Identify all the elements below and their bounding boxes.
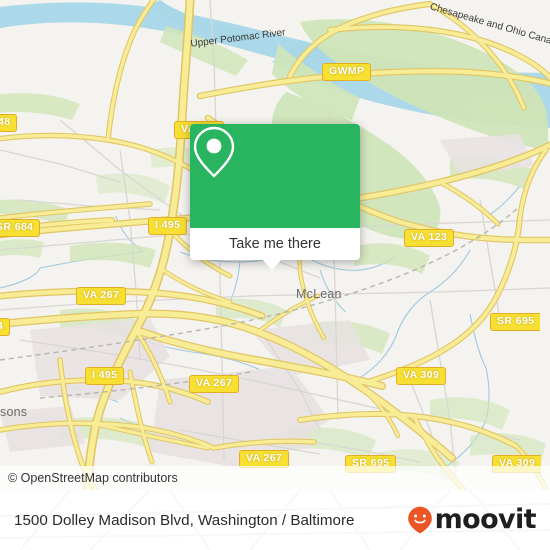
road-shield-4: 4 — [0, 318, 11, 336]
take-me-there-button[interactable]: Take me there — [190, 228, 360, 260]
location-popup-card[interactable]: Take me there — [190, 124, 360, 260]
road-shield-i495-a: I 495 — [148, 217, 188, 235]
map-screen: Upper Potomac River Chesapeake and Ohio … — [0, 0, 550, 550]
moovit-wordmark: moovit — [434, 504, 537, 535]
road-shield-sr684: SR 684 — [0, 219, 41, 237]
road-shield-i495-b: I 495 — [85, 367, 125, 385]
place-label-text: McLean — [296, 287, 342, 301]
take-me-there-label: Take me there — [229, 236, 321, 252]
road-shield-va123-b: VA 123 — [404, 229, 455, 247]
bottom-bar: 1500 Dolley Madison Blvd, Washington / B… — [0, 490, 550, 550]
road-shield-va267-b: VA 267 — [189, 375, 240, 393]
place-label-mclean: McLean — [296, 287, 342, 301]
moovit-brand[interactable]: moovit — [407, 504, 537, 535]
map-pin-icon — [193, 126, 235, 178]
place-label-text: sons — [0, 405, 28, 419]
popup-header — [190, 124, 360, 228]
popup-pointer — [262, 259, 282, 270]
place-label-tysons: sons — [0, 405, 27, 419]
map-attribution: © OpenStreetMap contributors — [0, 466, 550, 490]
attribution-text: © OpenStreetMap contributors — [8, 471, 178, 485]
road-shield-sr695-a: SR 695 — [490, 313, 541, 331]
road-shield-va309-a: VA 309 — [396, 367, 447, 385]
moovit-pin-icon — [407, 506, 432, 534]
road-shield-gwmp: GWMP — [322, 63, 372, 81]
map-canvas[interactable]: Upper Potomac River Chesapeake and Ohio … — [0, 0, 550, 490]
road-shield-48: 48 — [0, 114, 18, 132]
address-label: 1500 Dolley Madison Blvd, Washington / B… — [14, 511, 355, 529]
road-shield-va267-a: VA 267 — [76, 287, 127, 305]
